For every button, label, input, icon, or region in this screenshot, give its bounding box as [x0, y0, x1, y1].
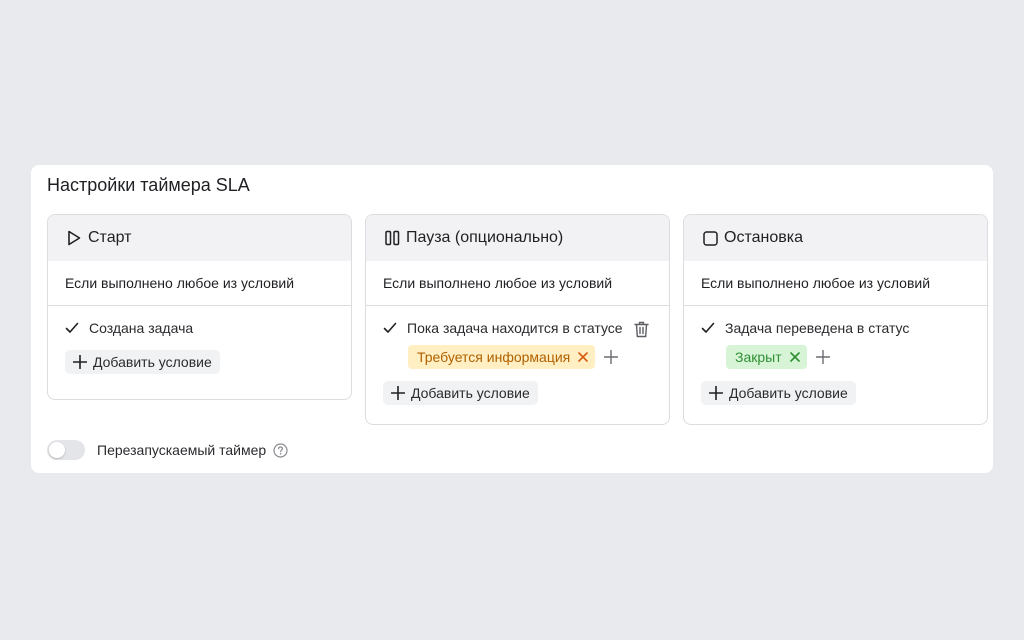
plus-icon	[391, 386, 405, 400]
restartable-timer-label: Перезапускаемый таймер	[97, 442, 267, 458]
restartable-timer-toggle[interactable]	[47, 440, 85, 460]
stop-icon	[702, 230, 718, 246]
check-icon	[65, 321, 79, 335]
status-tag-label: Закрыт	[735, 349, 782, 365]
close-icon[interactable]	[789, 352, 800, 362]
stop-card-header: Остановка	[684, 215, 987, 261]
status-tag: Закрыт	[726, 345, 807, 369]
trash-icon[interactable]	[633, 320, 649, 338]
status-tag-row: Требуется информация	[408, 345, 653, 369]
condition-text: Задача переведена в статус	[725, 320, 910, 336]
condition-item: Задача переведена в статус	[701, 318, 971, 338]
add-condition-label: Добавить условие	[729, 385, 848, 401]
stop-card-subtitle: Если выполнено любое из условий	[684, 261, 987, 306]
toggle-knob	[49, 442, 65, 458]
status-tag-row: Закрыт	[726, 345, 971, 369]
condition-text: Создана задача	[89, 320, 194, 336]
stop-card-title: Остановка	[724, 229, 803, 246]
stop-card: Остановка Если выполнено любое из услови…	[683, 214, 988, 425]
check-icon	[383, 321, 397, 335]
restartable-timer-row: Перезапускаемый таймер	[47, 440, 288, 460]
panel-title: Настройки таймера SLA	[47, 175, 250, 195]
pause-card-subtitle: Если выполнено любое из условий	[366, 261, 669, 306]
start-card-title: Старт	[88, 229, 132, 246]
add-condition-button[interactable]: Добавить условие	[701, 381, 856, 405]
pause-card-title: Пауза (опционально)	[406, 229, 564, 246]
condition-text: Пока задача находится в статусе	[407, 320, 623, 336]
condition-item: Создана задача	[65, 318, 335, 338]
status-tag: Требуется информация	[408, 345, 596, 369]
help-icon[interactable]	[273, 442, 288, 458]
pause-card: Пауза (опционально) Если выполнено любое…	[365, 214, 670, 425]
start-card-subtitle: Если выполнено любое из условий	[48, 261, 351, 306]
pause-icon	[384, 230, 400, 246]
start-card-header: Старт	[48, 215, 351, 261]
stop-card-body: Задача переведена в статус Закрыт Добави…	[684, 306, 987, 421]
condition-item: Пока задача находится в статусе	[383, 318, 653, 338]
start-card: Старт Если выполнено любое из условий Со…	[47, 214, 352, 400]
pause-card-header: Пауза (опционально)	[366, 215, 669, 261]
status-tag-label: Требуется информация	[417, 349, 571, 365]
close-icon[interactable]	[578, 352, 589, 362]
plus-icon	[709, 386, 723, 400]
pause-card-body: Пока задача находится в статусе Требуетс…	[366, 306, 669, 421]
add-condition-label: Добавить условие	[93, 354, 212, 370]
play-icon	[66, 230, 82, 246]
add-status-icon[interactable]	[815, 350, 830, 364]
plus-icon	[73, 355, 87, 369]
add-status-icon[interactable]	[604, 350, 619, 364]
sla-timer-settings-panel: Настройки таймера SLA Старт Если выполне…	[31, 165, 993, 473]
add-condition-button[interactable]: Добавить условие	[383, 381, 538, 405]
check-icon	[701, 321, 715, 335]
start-card-body: Создана задача Добавить условие	[48, 306, 351, 390]
add-condition-label: Добавить условие	[411, 385, 530, 401]
add-condition-button[interactable]: Добавить условие	[65, 350, 220, 374]
